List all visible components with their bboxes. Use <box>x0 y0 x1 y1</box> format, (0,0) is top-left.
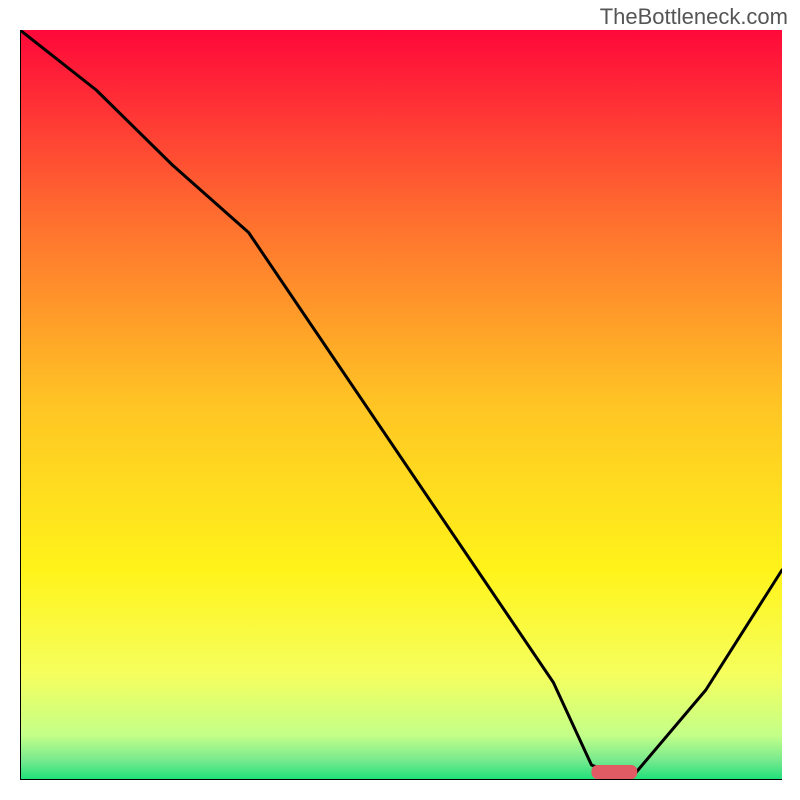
watermark-text: TheBottleneck.com <box>600 4 788 30</box>
optimal-marker <box>592 765 638 779</box>
chart-background <box>20 30 782 780</box>
bottleneck-chart <box>20 30 782 780</box>
